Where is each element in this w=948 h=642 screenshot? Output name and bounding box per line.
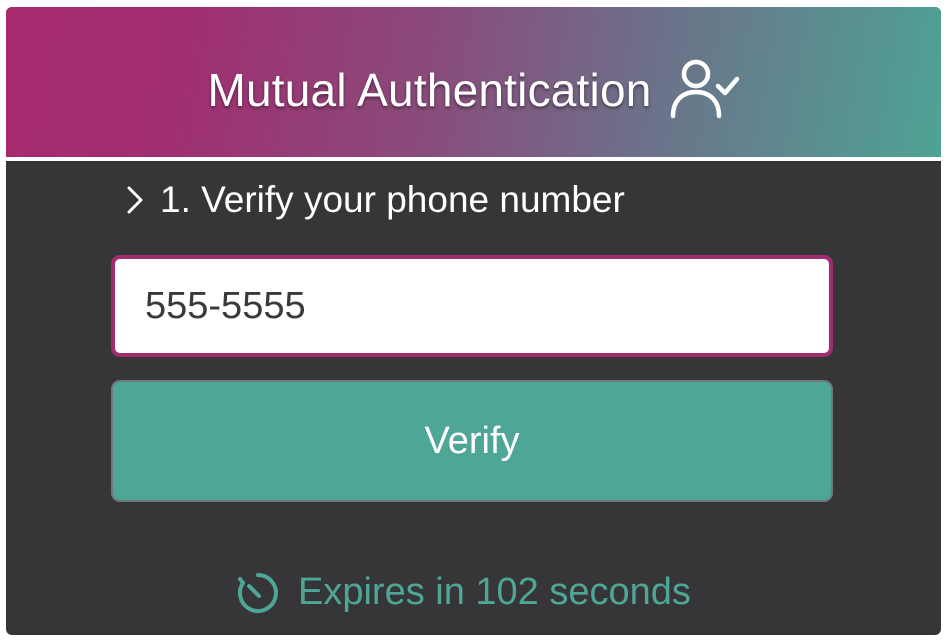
chevron-right-icon	[127, 186, 143, 214]
phone-number-input[interactable]	[111, 255, 833, 357]
auth-card: Mutual Authentication 1. Verify your pho…	[6, 7, 941, 635]
step-heading: 1. Verify your phone number	[124, 179, 625, 221]
expiry-countdown: Expires in 102 seconds	[236, 569, 691, 615]
page-title: Mutual Authentication	[207, 64, 652, 116]
verify-button[interactable]: Verify	[111, 380, 833, 502]
user-check-icon	[670, 59, 739, 119]
verify-button-label: Verify	[424, 419, 520, 462]
header-divider	[6, 157, 941, 161]
timer-icon	[237, 573, 278, 613]
header-banner: Mutual Authentication	[6, 7, 941, 157]
step-label: 1. Verify your phone number	[160, 179, 625, 220]
expiry-text: Expires in 102 seconds	[298, 570, 691, 613]
